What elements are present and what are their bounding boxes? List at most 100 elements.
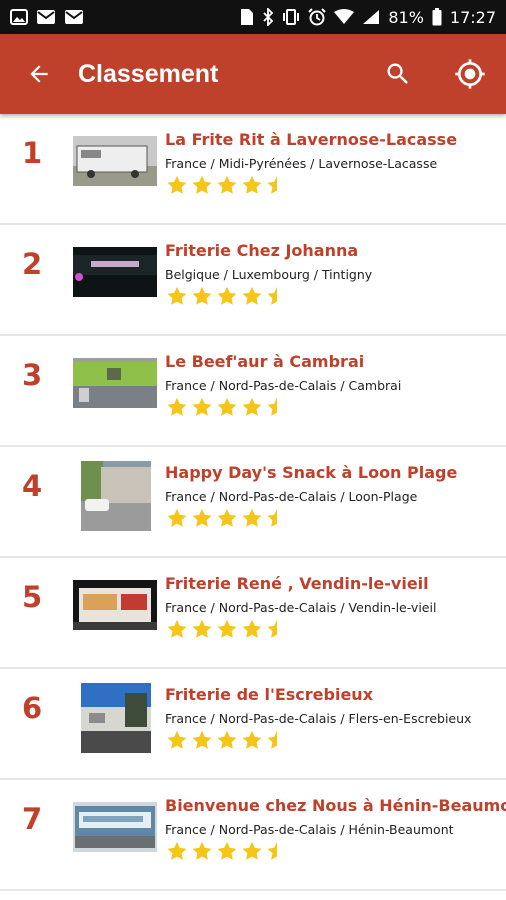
- friterie-location: France / Nord-Pas-de-Calais / Loon-Plage: [165, 489, 418, 504]
- status-bar: 81% 17:27: [0, 0, 506, 34]
- star-icon: [217, 286, 237, 305]
- star-icon: [242, 175, 262, 194]
- list-item[interactable]: 5 Friterie René , Vendin-le-vieil France…: [0, 558, 506, 669]
- friterie-location: France / Nord-Pas-de-Calais / Vendin-le-…: [165, 600, 437, 615]
- clock: 17:27: [449, 7, 496, 27]
- search-button[interactable]: [362, 34, 434, 114]
- back-button[interactable]: [0, 34, 78, 114]
- rank-number: 2: [22, 247, 43, 281]
- friterie-photo: [73, 136, 157, 186]
- bluetooth-icon: [263, 8, 274, 26]
- star-icon: [192, 175, 212, 194]
- friterie-name: Happy Day's Snack à Loon Plage: [165, 463, 458, 482]
- friterie-name: Friterie Chez Johanna: [165, 241, 359, 260]
- star-icon: [192, 841, 212, 860]
- friterie-name: Le Beef'aur à Cambrai: [165, 352, 365, 371]
- friterie-location: France / Midi-Pyrénées / Lavernose-Lacas…: [165, 156, 438, 171]
- rating-stars: [166, 174, 288, 196]
- friterie-name: Friterie de l'Escrebieux: [165, 685, 374, 704]
- rank-number: 7: [22, 802, 43, 836]
- back-arrow-icon: [30, 65, 48, 83]
- star-icon: [167, 619, 187, 638]
- friterie-location: France / Nord-Pas-de-Calais / Cambrai: [165, 378, 402, 393]
- star-icon: [167, 286, 187, 305]
- friterie-photo: [73, 802, 157, 852]
- half-star-icon: [267, 175, 277, 194]
- star-icon: [217, 841, 237, 860]
- my-location-button[interactable]: [434, 34, 506, 114]
- star-icon: [242, 730, 262, 749]
- friterie-name: Friterie René , Vendin-le-vieil: [165, 574, 429, 593]
- mail-icon: [37, 10, 55, 24]
- friterie-photo: [73, 247, 157, 297]
- star-icon: [192, 397, 212, 416]
- rank-number: 3: [22, 358, 43, 392]
- page-title: Classement: [78, 59, 219, 88]
- friterie-location: France / Nord-Pas-de-Calais / Hénin-Beau…: [165, 822, 454, 837]
- star-icon: [167, 397, 187, 416]
- friterie-photo: [81, 461, 151, 531]
- star-icon: [217, 508, 237, 527]
- rank-number: 1: [22, 136, 43, 170]
- rating-stars: [166, 507, 288, 529]
- list-item[interactable]: 6 Friterie de l'Escrebieux France / Nord…: [0, 669, 506, 780]
- star-icon: [192, 730, 212, 749]
- friterie-name: Bienvenue chez Nous à Hénin-Beaumont: [165, 796, 506, 815]
- rating-stars: [166, 285, 288, 307]
- half-star-icon: [267, 730, 277, 749]
- star-icon: [192, 286, 212, 305]
- half-star-icon: [267, 841, 277, 860]
- mail-icon: [65, 10, 83, 24]
- notification-icons: [10, 9, 84, 25]
- list-item[interactable]: 2 Friterie Chez Johanna Belgique / Luxem…: [0, 225, 506, 336]
- my-location-icon: [455, 59, 485, 89]
- star-icon: [242, 286, 262, 305]
- half-star-icon: [267, 619, 277, 638]
- friterie-photo: [73, 580, 157, 630]
- rating-stars: [166, 618, 288, 640]
- ranking-list: 1 La Frite Rit à Lavernose-Lacasse Franc…: [0, 114, 506, 891]
- list-item[interactable]: 1 La Frite Rit à Lavernose-Lacasse Franc…: [0, 114, 506, 225]
- wifi-icon: [334, 9, 355, 24]
- rating-stars: [166, 729, 288, 751]
- rating-stars: [166, 840, 288, 862]
- image-icon: [10, 9, 28, 25]
- rank-number: 4: [22, 469, 43, 503]
- half-star-icon: [267, 508, 277, 527]
- star-icon: [167, 730, 187, 749]
- list-item[interactable]: 3 Le Beef'aur à Cambrai France / Nord-Pa…: [0, 336, 506, 447]
- friterie-location: France / Nord-Pas-de-Calais / Flers-en-E…: [165, 711, 472, 726]
- system-status: 81% 17:27: [240, 8, 496, 27]
- friterie-photo: [73, 358, 157, 408]
- list-item[interactable]: 7 Bienvenue chez Nous à Hénin-Beaumont F…: [0, 780, 506, 891]
- vibrate-icon: [283, 9, 300, 25]
- star-icon: [167, 841, 187, 860]
- friterie-name: La Frite Rit à Lavernose-Lacasse: [165, 130, 458, 149]
- rating-stars: [166, 396, 288, 418]
- star-icon: [217, 175, 237, 194]
- friterie-photo: [81, 683, 151, 753]
- sim-icon: [241, 9, 254, 25]
- signal-icon: [363, 10, 380, 24]
- star-icon: [217, 730, 237, 749]
- rank-number: 6: [22, 691, 43, 725]
- star-icon: [217, 619, 237, 638]
- star-icon: [242, 841, 262, 860]
- star-icon: [167, 175, 187, 194]
- star-icon: [242, 619, 262, 638]
- star-icon: [242, 508, 262, 527]
- alarm-icon: [308, 8, 327, 26]
- star-icon: [217, 397, 237, 416]
- battery-percent: 81%: [388, 7, 424, 27]
- half-star-icon: [267, 397, 277, 416]
- friterie-location: Belgique / Luxembourg / Tintigny: [165, 267, 373, 282]
- search-icon: [387, 63, 408, 84]
- star-icon: [192, 508, 212, 527]
- app-bar: Classement: [0, 34, 506, 114]
- list-item[interactable]: 4 Happy Day's Snack à Loon Plage France …: [0, 447, 506, 558]
- half-star-icon: [267, 286, 277, 305]
- star-icon: [167, 508, 187, 527]
- battery-icon: [432, 8, 442, 26]
- rank-number: 5: [22, 580, 43, 614]
- star-icon: [242, 397, 262, 416]
